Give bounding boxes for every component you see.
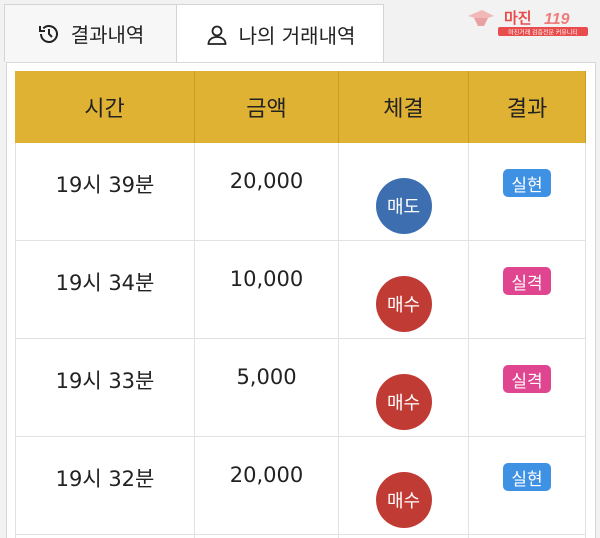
tab-my-trades[interactable]: 나의 거래내역 [176,4,384,64]
svg-text:마진거래 검증전문 커뮤니티: 마진거래 검증전문 커뮤니티 [508,29,578,37]
trade-table: 시간 금액 체결 결과 19시 39분 20,000 매도 실현 19시 34분… [15,71,586,538]
result-cell: 실격 [469,339,586,437]
header-amount: 금액 [195,71,339,143]
execution-cell: 매도 [339,143,469,241]
result-badge: 실격 [503,267,551,295]
amount-cell: 10,000 [195,241,339,339]
trade-history-panel: 시간 금액 체결 결과 19시 39분 20,000 매도 실현 19시 34분… [6,62,596,538]
amount-cell: 20,000 [195,437,339,535]
result-badge: 실격 [503,365,551,393]
sell-badge: 매도 [375,178,432,234]
buy-badge: 매수 [375,472,432,528]
result-cell: 실현 [469,143,586,241]
time-cell: 19시 39분 [15,143,195,241]
header-result: 결과 [469,71,586,143]
tab-results[interactable]: 결과내역 [4,4,176,62]
header-time: 시간 [15,71,195,143]
time-cell: 19시 33분 [15,339,195,437]
svg-text:119: 119 [544,11,570,28]
tab-results-label: 결과내역 [70,23,145,47]
tab-bar: 결과내역 나의 거래내역 마진 119 마진거래 검증전문 커뮤니티 [0,0,600,64]
tab-my-trades-label: 나의 거래내역 [238,24,356,48]
result-cell: 실격 [469,241,586,339]
execution-cell: 매수 [339,241,469,339]
header-execution: 체결 [339,71,469,143]
result-cell: 실현 [469,437,586,535]
execution-cell: 매수 [339,437,469,535]
amount-cell: 20,000 [195,143,339,241]
logo: 마진 119 마진거래 검증전문 커뮤니티 [464,6,592,38]
time-cell: 19시 32분 [15,437,195,535]
buy-badge: 매수 [375,276,432,332]
svg-text:마진: 마진 [504,10,532,27]
buy-badge: 매수 [375,374,432,430]
execution-cell: 매수 [339,339,469,437]
result-badge: 실현 [503,463,551,491]
result-badge: 실현 [503,169,551,197]
history-icon [37,22,61,46]
user-icon [205,23,229,47]
time-cell: 19시 34분 [15,241,195,339]
amount-cell: 5,000 [195,339,339,437]
